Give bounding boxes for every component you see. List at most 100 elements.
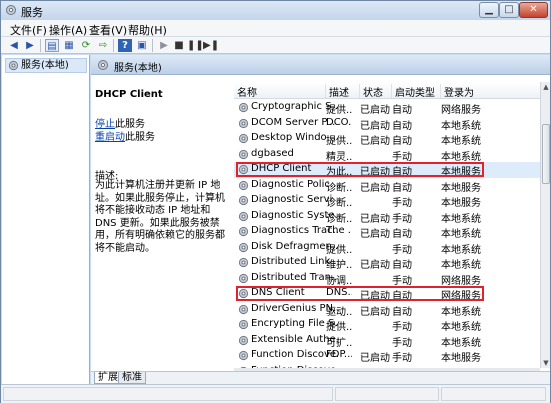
list-header: 名称 描述 状态 启动类型 登录为 — [234, 82, 540, 99]
service-name: Function Discove... — [251, 349, 338, 360]
table-row[interactable]: Desktop Windo...提供... 已启动自动 本地系统 — [234, 131, 540, 147]
refresh-icon[interactable]: ⟳ — [79, 39, 93, 52]
properties-icon[interactable]: ▦ — [62, 39, 76, 52]
menu-file[interactable]: 文件(F) — [10, 22, 47, 38]
table-row[interactable]: Extensible Authe...可扩... 手动 本地系统 — [234, 333, 540, 349]
service-status: 已启动 — [360, 260, 390, 271]
service-logon-as: 网络服务 — [441, 105, 481, 116]
scroll-up-icon[interactable]: ▲ — [542, 82, 550, 92]
restart-icon[interactable]: ▶❚ — [203, 39, 219, 52]
service-gear-icon — [238, 195, 249, 206]
services-gear-icon — [6, 5, 16, 15]
service-status: 已启动 — [360, 229, 390, 240]
service-name: dgbased — [251, 147, 294, 159]
tree-item-services-local[interactable]: 服务(本地) — [5, 58, 87, 73]
table-row[interactable]: Diagnostic Syste...诊断... 已启动手动 本地系统 — [234, 209, 540, 225]
table-row[interactable]: Disk Defragmen...提供... 手动 本地系统 — [234, 240, 540, 256]
pause-icon[interactable]: ❚❚ — [187, 39, 204, 52]
tree-item-label: 服务(本地) — [21, 60, 69, 71]
service-name: Desktop Windo... — [251, 132, 337, 143]
menu-action[interactable]: 操作(A) — [49, 22, 87, 38]
help-icon[interactable]: ? — [118, 39, 132, 52]
service-description: 提供... — [326, 322, 352, 333]
table-row[interactable]: Diagnostic Servi...诊断... 手动 本地服务 — [234, 193, 540, 209]
table-row[interactable]: DNS Client DNS... 已启动自动 网络服务 — [234, 286, 540, 302]
service-logon-as: 本地系统 — [441, 306, 481, 318]
table-row[interactable]: Diagnostics Trac...The ... 已启动自动 本地系统 — [234, 224, 540, 240]
service-startup-type: 自动 — [392, 136, 412, 147]
service-gear-icon — [238, 211, 249, 221]
service-logon-as: 本地服务 — [441, 198, 481, 209]
service-name: DNS Client — [251, 287, 305, 298]
table-row[interactable]: dgbased 精灵... 手动 本地系统 — [234, 147, 540, 163]
service-description: 可扩... — [326, 337, 352, 349]
table-row[interactable]: Function Discove... FDP... 已启动 手动 本地服务 — [234, 348, 540, 364]
service-status: 已启动 — [360, 213, 390, 225]
service-description: 为此... — [326, 167, 352, 178]
service-gear-icon — [238, 257, 249, 268]
console-tree-icon[interactable]: ▤ — [45, 39, 59, 52]
service-startup-type: 手动 — [392, 353, 412, 364]
menu-help[interactable]: 帮助(H) — [128, 22, 167, 38]
forward-arrow-icon[interactable]: ▶ — [23, 39, 37, 52]
column-header-startup-type[interactable]: 启动类型 — [392, 84, 441, 99]
table-row[interactable]: DHCP Client 为此... 已启动自动 本地服务 — [234, 162, 540, 178]
minimize-button[interactable]: ▁ — [479, 2, 499, 18]
toolbar: ◀ ▶ ▤ ▦ ⟳ ⇨ ? ▣ ▶ ■ ❚❚ ▶❚ — [1, 37, 550, 54]
table-row[interactable]: Diagnostic Polic...诊断... 已启动自动 本地服务 — [234, 178, 540, 194]
back-arrow-icon[interactable]: ◀ — [7, 39, 21, 52]
service-startup-type: 手动 — [392, 275, 412, 287]
vertical-scrollbar[interactable]: ▲ ▼ — [540, 82, 550, 368]
menu-bar: 文件(F) 操作(A) 查看(V) 帮助(H) — [1, 20, 550, 37]
service-gear-icon — [238, 288, 249, 299]
table-row[interactable]: Distributed Tran...协调... 手动 网络服务 — [234, 271, 540, 287]
service-name: Extensible Authe... — [251, 333, 338, 345]
restart-suffix: 此服务 — [125, 132, 155, 143]
scroll-thumb[interactable] — [542, 124, 550, 184]
table-row[interactable]: Distributed Link ...维护... 已启动自动 本地系统 — [234, 255, 540, 271]
service-gear-icon — [238, 180, 249, 190]
column-header-logon-as[interactable]: 登录为 — [441, 84, 540, 99]
service-status: 已启动 — [360, 291, 390, 302]
table-row[interactable]: DCOM Server P...DCO... 已启动自动 本地系统 — [234, 116, 540, 132]
export-icon[interactable]: ⇨ — [96, 39, 110, 52]
play-icon[interactable]: ▶ — [157, 39, 171, 52]
services-list: 名称 描述 状态 启动类型 登录为 Cryptographic S...提供..… — [234, 82, 540, 368]
restart-link[interactable]: 重启动 — [95, 132, 125, 143]
services-panel: 服务(本地) DHCP Client 停止此服务 重启动此服务 描述: 为此计算… — [91, 55, 550, 384]
service-startup-type: 自动 — [392, 182, 412, 194]
tab-standard[interactable]: 标准 — [118, 372, 146, 384]
service-name: Diagnostics Trac... — [251, 225, 338, 236]
table-row[interactable]: DriverGenius PN...驱动... 已启动自动 本地系统 — [234, 302, 540, 318]
table-row[interactable]: Encrypting File S...提供... 手动 本地系统 — [234, 317, 540, 333]
stop-icon[interactable]: ■ — [172, 39, 186, 52]
service-logon-as: 本地服务 — [441, 353, 481, 364]
column-header-description[interactable]: 描述 — [326, 84, 360, 99]
scroll-down-icon[interactable]: ▼ — [542, 358, 550, 368]
service-logon-as: 本地系统 — [441, 229, 481, 240]
column-header-name[interactable]: 名称 — [234, 84, 326, 99]
table-row[interactable]: Cryptographic S...提供... 已启动自动 网络服务 — [234, 100, 540, 116]
services-gear-icon — [8, 60, 19, 71]
service-startup-type: 手动 — [392, 151, 412, 163]
column-header-status[interactable]: 状态 — [360, 84, 392, 99]
service-startup-type: 手动 — [392, 322, 412, 333]
console-icon[interactable]: ▣ — [135, 39, 149, 52]
close-button[interactable]: ✕ — [519, 2, 548, 18]
service-name: Diagnostic Syste... — [251, 209, 338, 221]
service-status: 已启动 — [360, 306, 390, 318]
toolbar-divider — [152, 39, 153, 52]
menu-view[interactable]: 查看(V) — [89, 22, 127, 38]
services-window: 服务 ▁ □ ✕ 文件(F) 操作(A) 查看(V) 帮助(H) ◀ ▶ ▤ ▦… — [0, 0, 551, 403]
service-name: Distributed Link ... — [251, 256, 338, 267]
service-gear-icon — [238, 133, 249, 144]
service-startup-type: 手动 — [392, 244, 412, 256]
status-bar — [1, 384, 550, 403]
selected-service-name: DHCP Client — [95, 89, 163, 100]
service-status: 已启动 — [360, 120, 390, 132]
service-startup-type: 自动 — [392, 120, 412, 132]
service-startup-type: 自动 — [392, 260, 412, 271]
service-logon-as: 本地系统 — [441, 337, 481, 349]
service-startup-type: 手动 — [392, 337, 412, 349]
maximize-button[interactable]: □ — [499, 2, 519, 18]
